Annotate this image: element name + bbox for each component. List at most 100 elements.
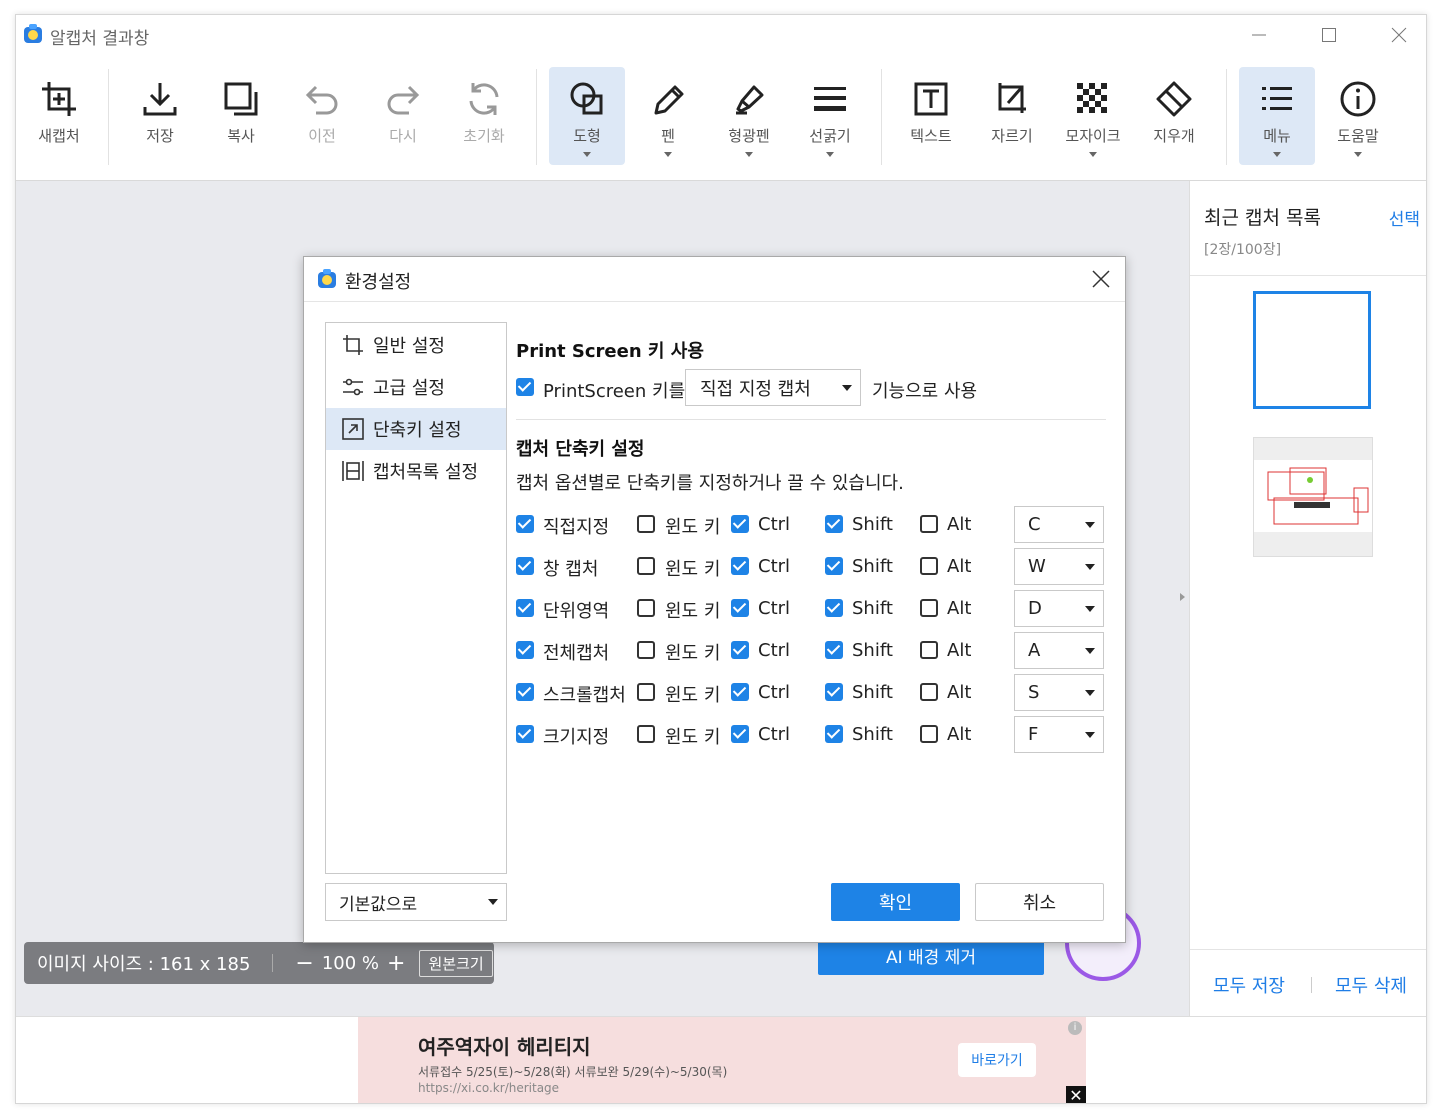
shift-checkbox[interactable]	[825, 515, 843, 533]
alt-checkbox[interactable]	[920, 641, 938, 659]
win-key-checkbox[interactable]	[637, 683, 655, 701]
shift-label: Shift	[852, 598, 893, 619]
copy-button[interactable]: 복사	[203, 67, 279, 165]
shortcut-key-select[interactable]: D	[1014, 590, 1104, 627]
ad-go-button[interactable]: 바로가기	[958, 1043, 1036, 1077]
dialog-close-icon[interactable]	[1091, 269, 1111, 289]
win-key-checkbox[interactable]	[637, 515, 655, 533]
ad-close-button[interactable]: ✕	[1066, 1086, 1086, 1103]
minimize-button[interactable]	[1224, 15, 1294, 55]
ok-button[interactable]: 확인	[831, 883, 960, 921]
shift-checkbox[interactable]	[825, 557, 843, 575]
shortcut-enable-checkbox[interactable]	[516, 641, 534, 659]
new-capture-button[interactable]: 새캡처	[21, 67, 97, 165]
shape-label: 도형	[573, 127, 601, 145]
original-size-button[interactable]: 원본크기	[419, 949, 493, 977]
alt-checkbox[interactable]	[920, 599, 938, 617]
chevron-down-icon	[1085, 522, 1095, 528]
image-status-bar: 이미지 사이즈 : 161 x 185 − 100 % + 원본크기	[24, 942, 494, 984]
shortcut-key-select[interactable]: S	[1014, 674, 1104, 711]
help-button[interactable]: 도움말	[1320, 67, 1396, 165]
shift-checkbox[interactable]	[825, 725, 843, 743]
shortcut-key-select[interactable]: F	[1014, 716, 1104, 753]
maximize-button[interactable]	[1294, 15, 1364, 55]
win-key-checkbox[interactable]	[637, 557, 655, 575]
new-capture-label: 새캡처	[38, 127, 80, 145]
alt-checkbox[interactable]	[920, 515, 938, 533]
shortcut-enable-checkbox[interactable]	[516, 683, 534, 701]
nav-capture-list-settings[interactable]: 캡처목록 설정	[326, 450, 506, 492]
select-link[interactable]: 선택	[1389, 205, 1420, 230]
highlighter-tool-button[interactable]: 형광펜	[711, 67, 787, 165]
crop-tool-button[interactable]: 자르기	[974, 67, 1050, 165]
eraser-tool-button[interactable]: 지우개	[1136, 67, 1212, 165]
text-tool-button[interactable]: 텍스트	[893, 67, 969, 165]
image-size-text: 이미지 사이즈 : 161 x 185	[37, 954, 251, 975]
eraser-label: 지우개	[1153, 127, 1195, 145]
shortcut-name: 단위영역	[543, 601, 610, 622]
mosaic-tool-button[interactable]: 모자이크	[1055, 67, 1131, 165]
printscreen-function-select[interactable]: 직접 지정 캡처	[685, 369, 861, 406]
ad-banner[interactable]: 여주역자이 헤리티지 서류접수 5/25(토)~5/28(화) 서류보완 5/2…	[358, 1017, 1086, 1103]
zoom-in-button[interactable]: +	[387, 951, 405, 976]
close-window-button[interactable]	[1364, 15, 1426, 55]
shift-checkbox[interactable]	[825, 599, 843, 617]
redo-button[interactable]: 다시	[365, 67, 441, 165]
alt-checkbox[interactable]	[920, 725, 938, 743]
printscreen-checkbox[interactable]	[516, 378, 534, 396]
nav-advanced-settings[interactable]: 고급 설정	[326, 366, 506, 408]
win-key-checkbox[interactable]	[637, 725, 655, 743]
save-button[interactable]: 저장	[122, 67, 198, 165]
ctrl-checkbox[interactable]	[731, 725, 749, 743]
ctrl-checkbox[interactable]	[731, 557, 749, 575]
shortcut-key-select[interactable]: W	[1014, 548, 1104, 585]
cancel-button[interactable]: 취소	[975, 883, 1104, 921]
undo-button[interactable]: 이전	[284, 67, 360, 165]
alt-label: Alt	[947, 514, 972, 535]
cancel-label: 취소	[1022, 893, 1057, 914]
alt-checkbox[interactable]	[920, 683, 938, 701]
capture-thumbnail[interactable]	[1253, 437, 1373, 557]
shift-checkbox[interactable]	[825, 641, 843, 659]
reset-defaults-dropdown[interactable]: 기본값으로	[325, 883, 507, 921]
ctrl-checkbox[interactable]	[731, 683, 749, 701]
delete-all-button[interactable]: 모두 삭제	[1335, 972, 1407, 998]
ctrl-checkbox[interactable]	[731, 515, 749, 533]
ctrl-label: Ctrl	[758, 514, 791, 535]
shortcut-enable-checkbox[interactable]	[516, 599, 534, 617]
shortcut-name: 전체캡처	[543, 643, 610, 664]
win-key-checkbox[interactable]	[637, 599, 655, 617]
shift-checkbox[interactable]	[825, 683, 843, 701]
zoom-out-button[interactable]: −	[295, 951, 313, 976]
ctrl-checkbox[interactable]	[731, 641, 749, 659]
shortcut-name: 창 캡처	[543, 559, 599, 580]
nav-shortcut-settings[interactable]: 단축키 설정	[326, 408, 506, 450]
win-key-checkbox[interactable]	[637, 641, 655, 659]
copy-label: 복사	[227, 127, 255, 145]
shape-tool-button[interactable]: 도형	[549, 67, 625, 165]
shift-label: Shift	[852, 556, 893, 577]
ad-info-icon[interactable]: i	[1068, 1021, 1082, 1035]
capture-thumbnail-selected[interactable]	[1253, 291, 1371, 409]
menu-button[interactable]: 메뉴	[1239, 67, 1315, 165]
save-all-button[interactable]: 모두 저장	[1213, 972, 1285, 998]
shortcut-enable-checkbox[interactable]	[516, 515, 534, 533]
shortcut-key-select[interactable]: C	[1014, 506, 1104, 543]
line-width-button[interactable]: 선굵기	[792, 67, 868, 165]
shortcut-arrow-icon	[342, 418, 364, 440]
ctrl-label: Ctrl	[758, 556, 791, 577]
panel-divider	[1190, 949, 1426, 950]
shortcut-key-value: W	[1028, 556, 1046, 577]
shortcut-enable-checkbox[interactable]	[516, 557, 534, 575]
alt-checkbox[interactable]	[920, 557, 938, 575]
panel-collapse-arrow-icon[interactable]	[1180, 593, 1185, 601]
shortcut-key-value: S	[1028, 682, 1040, 703]
win-key-label: 윈도 키	[665, 559, 721, 580]
shortcut-key-select[interactable]: A	[1014, 632, 1104, 669]
ctrl-checkbox[interactable]	[731, 599, 749, 617]
crop-icon	[998, 83, 1026, 113]
pen-tool-button[interactable]: 펜	[630, 67, 706, 165]
nav-general-settings[interactable]: 일반 설정	[326, 324, 506, 366]
reset-button[interactable]: 초기화	[446, 67, 522, 165]
shortcut-enable-checkbox[interactable]	[516, 725, 534, 743]
